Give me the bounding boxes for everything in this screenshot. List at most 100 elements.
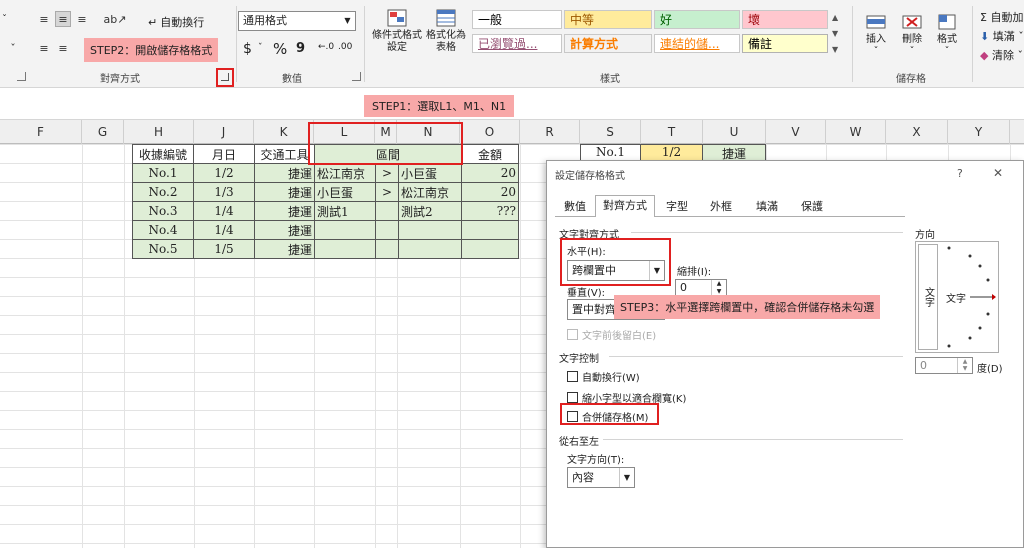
- tab-0[interactable]: 數值: [557, 197, 593, 217]
- table-cell[interactable]: No.4: [132, 220, 194, 240]
- align-center-icon[interactable]: ≡: [55, 40, 71, 56]
- table-cell[interactable]: 測試2: [398, 201, 462, 221]
- column-header-t[interactable]: T: [641, 120, 703, 144]
- table-cell[interactable]: 松江南京: [398, 182, 462, 202]
- table-cell[interactable]: 小巨蛋: [314, 182, 376, 202]
- clear-button[interactable]: ◆ 清除 ˇ: [980, 47, 1023, 63]
- cell-style-item[interactable]: 連結的儲...: [654, 34, 740, 53]
- table-cell[interactable]: 捷運: [254, 239, 315, 259]
- cell-style-item[interactable]: 備註: [742, 34, 828, 53]
- column-header-w[interactable]: W: [826, 120, 886, 144]
- degrees-spinner[interactable]: 0 ▲ ▼: [915, 357, 973, 374]
- conditional-format-button[interactable]: 條件式格式 設定: [370, 8, 424, 54]
- table-cell[interactable]: 捷運: [254, 182, 315, 202]
- number-launcher-icon[interactable]: [352, 72, 361, 81]
- insert-button[interactable]: 插入 ˇ: [858, 12, 894, 58]
- table-cell[interactable]: 1/4: [193, 201, 255, 221]
- table-cell[interactable]: >: [375, 163, 399, 183]
- column-header-s[interactable]: S: [580, 120, 641, 144]
- column-header-r[interactable]: R: [520, 120, 580, 144]
- header-receipt[interactable]: 收據編號: [132, 144, 194, 164]
- gallery-scroll-icon[interactable]: ▲ ▼ ▼: [832, 10, 838, 58]
- table-cell[interactable]: [461, 239, 519, 259]
- tab-5[interactable]: 保護: [791, 197, 833, 217]
- currency-button[interactable]: $: [243, 41, 252, 57]
- wrap-text-button[interactable]: ↵ 自動換行: [148, 14, 204, 30]
- table-cell[interactable]: 捷運: [254, 163, 315, 183]
- table-cell[interactable]: 測試1: [314, 201, 376, 221]
- column-header-v[interactable]: V: [766, 120, 826, 144]
- table-cell[interactable]: No.3: [132, 201, 194, 221]
- cell-style-item[interactable]: 計算方式: [564, 34, 652, 53]
- table-cell[interactable]: [398, 239, 462, 259]
- table-cell[interactable]: [375, 201, 399, 221]
- column-header-k[interactable]: K: [254, 120, 314, 144]
- table-cell[interactable]: No.2: [132, 182, 194, 202]
- column-header-j[interactable]: J: [194, 120, 254, 144]
- table-cell[interactable]: 松江南京: [314, 163, 376, 183]
- format-button[interactable]: 格式 ˇ: [930, 12, 964, 58]
- table-cell[interactable]: 小巨蛋: [398, 163, 462, 183]
- table-cell[interactable]: 捷運: [254, 220, 315, 240]
- tab-1[interactable]: 對齊方式: [595, 195, 655, 217]
- header-transport[interactable]: 交通工具: [254, 144, 315, 164]
- table-cell[interactable]: 1/3: [193, 182, 255, 202]
- table-cell[interactable]: 1/2: [193, 163, 255, 183]
- header-date[interactable]: 月日: [193, 144, 255, 164]
- cell-style-item[interactable]: 好: [654, 10, 740, 29]
- direction-select[interactable]: 內容 ▼: [567, 467, 635, 488]
- increase-decimal-icon[interactable]: ←.0: [318, 42, 334, 52]
- table-cell[interactable]: [375, 239, 399, 259]
- dialog-launcher-icon[interactable]: [221, 73, 229, 81]
- column-header-x[interactable]: X: [886, 120, 948, 144]
- tab-3[interactable]: 外框: [699, 197, 743, 217]
- wrap-text-checkbox[interactable]: 自動換行(W): [567, 369, 640, 384]
- table-cell[interactable]: 1/5: [193, 239, 255, 259]
- tab-4[interactable]: 填滿: [745, 197, 789, 217]
- vertical-text-button[interactable]: 文字: [918, 244, 938, 350]
- table-cell[interactable]: [314, 239, 376, 259]
- decrease-decimal-icon[interactable]: .00: [338, 42, 352, 52]
- align-left-icon[interactable]: ≡: [36, 40, 52, 56]
- cell-style-item[interactable]: 已瀏覽過...: [472, 34, 562, 53]
- table-cell[interactable]: [461, 220, 519, 240]
- justify-distributed-checkbox[interactable]: 文字前後留白(E): [567, 327, 656, 342]
- format-as-table-button[interactable]: 格式化為 表格: [424, 8, 468, 54]
- table-cell[interactable]: 20: [461, 182, 519, 202]
- percent-button[interactable]: %: [273, 40, 287, 58]
- table-cell[interactable]: [398, 220, 462, 240]
- column-header-o[interactable]: O: [460, 120, 520, 144]
- header-amount[interactable]: 金額: [461, 144, 519, 164]
- delete-button[interactable]: 刪除 ˇ: [894, 12, 930, 58]
- table-cell[interactable]: No.1: [132, 163, 194, 183]
- align-bottom-icon[interactable]: ≡: [74, 11, 90, 27]
- cell-style-item[interactable]: 壞: [742, 10, 828, 29]
- orientation-box[interactable]: 文字 文字: [915, 241, 999, 353]
- column-header-h[interactable]: H: [124, 120, 194, 144]
- tab-2[interactable]: 字型: [657, 197, 697, 217]
- chevron-down-icon[interactable]: ˇ: [258, 43, 263, 53]
- align-middle-icon[interactable]: ≡: [55, 11, 71, 27]
- table-cell[interactable]: ???: [461, 201, 519, 221]
- table-cell[interactable]: [375, 220, 399, 240]
- cell-style-item[interactable]: 一般: [472, 10, 562, 29]
- table-cell[interactable]: >: [375, 182, 399, 202]
- table-cell[interactable]: [314, 220, 376, 240]
- launcher-icon[interactable]: [17, 72, 26, 81]
- column-header-u[interactable]: U: [703, 120, 766, 144]
- number-format-select[interactable]: 通用格式 ▼: [238, 11, 356, 31]
- table-cell[interactable]: 1/4: [193, 220, 255, 240]
- fill-button[interactable]: ⬇ 填滿 ˇ: [980, 28, 1024, 44]
- alignment-launcher-highlight[interactable]: [216, 68, 234, 87]
- orientation-icon[interactable]: ab↗: [102, 11, 128, 27]
- table-cell[interactable]: 捷運: [254, 201, 315, 221]
- comma-button[interactable]: 9: [296, 41, 305, 56]
- dropdown-icon[interactable]: ˇ: [5, 40, 21, 56]
- column-header-y[interactable]: Y: [948, 120, 1010, 144]
- column-header-f[interactable]: F: [0, 120, 82, 144]
- close-button[interactable]: ✕: [993, 166, 1003, 180]
- table-cell[interactable]: No.5: [132, 239, 194, 259]
- column-header-g[interactable]: G: [82, 120, 124, 144]
- align-top-icon[interactable]: ≡: [36, 11, 52, 27]
- help-button[interactable]: ?: [957, 167, 963, 180]
